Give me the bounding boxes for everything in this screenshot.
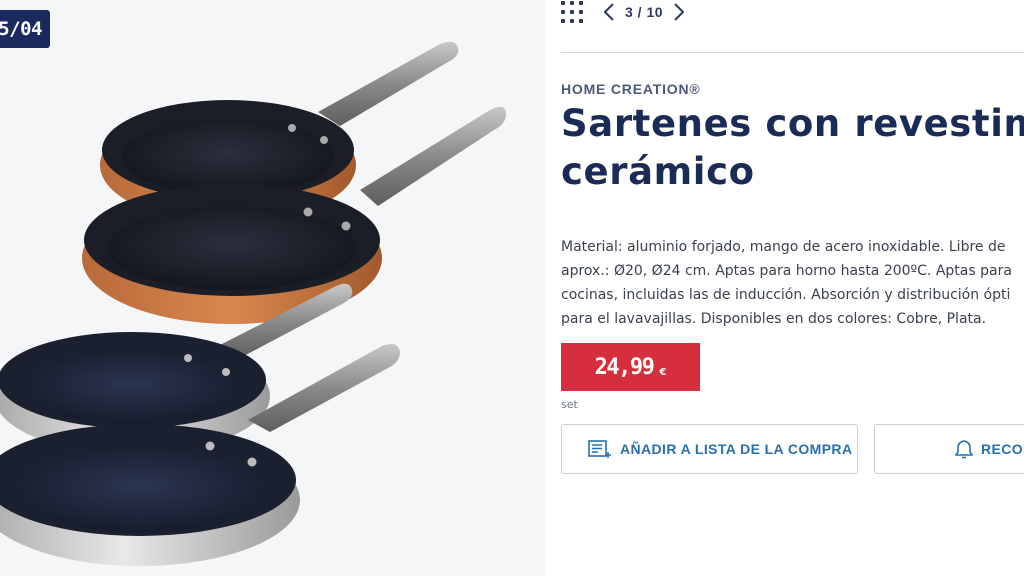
shopping-list-icon [588, 439, 612, 459]
product-title-line-1: Sartenes con revestimiento [561, 102, 1024, 145]
reminder-label: RECORDATORIO [981, 441, 1024, 457]
description-line: aprox.: Ø20, Ø24 cm. Aptas para horno ha… [561, 263, 1012, 279]
product-title-line-2: cerámico [561, 150, 755, 193]
reminder-button[interactable]: RECORDATORIO [874, 424, 1024, 474]
date-badge: 15/04 [0, 10, 50, 48]
pager-indicator: 3 / 10 [625, 4, 664, 20]
bell-icon [955, 439, 973, 459]
frying-pans-set-image [0, 41, 506, 566]
price-currency: € [659, 366, 667, 378]
divider [561, 52, 1024, 53]
chevron-left-icon[interactable] [599, 0, 619, 24]
product-image-gallery[interactable]: 15/04 [0, 0, 545, 576]
add-to-shopping-list-button[interactable]: AÑADIR A LISTA DE LA COMPRA [561, 424, 858, 474]
price-value: 24,99 [594, 354, 655, 380]
description-line: para el lavavajillas. Disponibles en dos… [561, 311, 987, 327]
price-tag: 24,99 € [561, 343, 700, 391]
price-unit: set [561, 398, 578, 411]
product-detail-panel: 3 / 10 HOME CREATION® Sartenes con reves… [545, 0, 1024, 576]
description-line: cocinas, incluidas las de inducción. Abs… [561, 287, 1011, 303]
chevron-right-icon[interactable] [669, 0, 689, 24]
product-description: Material: aluminio forjado, mango de ace… [561, 235, 1024, 331]
description-line: Material: aluminio forjado, mango de ace… [561, 239, 1006, 255]
grid-icon[interactable] [561, 0, 585, 24]
brand-name: HOME CREATION® [561, 81, 701, 97]
image-pager: 3 / 10 [561, 0, 689, 24]
add-to-shopping-list-label: AÑADIR A LISTA DE LA COMPRA [620, 441, 853, 457]
product-title: Sartenes con revestimiento cerámico [561, 100, 1024, 196]
